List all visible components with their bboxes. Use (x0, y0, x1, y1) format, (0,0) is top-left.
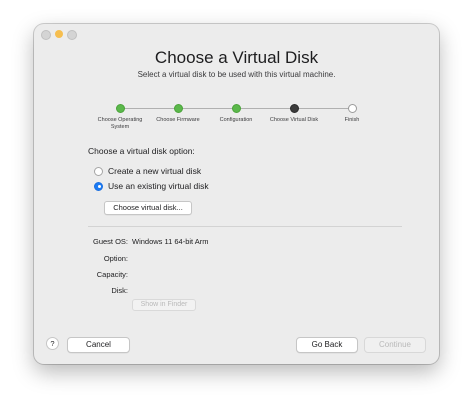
step-complete-icon (173, 104, 183, 113)
step-label: Finish (344, 117, 360, 123)
radio-create-new-disk[interactable]: Create a new virtual disk (94, 166, 201, 176)
disk-option-label: Choose a virtual disk option: (88, 146, 195, 156)
step-label: Choose Firmware (156, 117, 200, 123)
show-in-finder-button[interactable]: Show in Finder (132, 299, 196, 311)
radio-use-existing-disk[interactable]: Use an existing virtual disk (94, 181, 209, 191)
continue-button[interactable]: Continue (364, 337, 426, 353)
guest-os-label: Guest OS: (92, 237, 128, 246)
step-choose-os: Choose Operating System (95, 104, 145, 130)
step-pending-icon (347, 104, 357, 113)
step-choose-virtual-disk: Choose Virtual Disk (269, 104, 319, 124)
step-configuration: Configuration (211, 104, 261, 124)
radio-label: Use an existing virtual disk (108, 181, 209, 191)
divider (88, 226, 402, 227)
guest-os-value: Windows 11 64-bit Arm (132, 237, 209, 246)
step-complete-icon (115, 104, 125, 113)
radio-selected-icon[interactable] (94, 181, 103, 191)
step-complete-icon (231, 104, 241, 113)
radio-unselected-icon[interactable] (94, 166, 103, 176)
window-controls (41, 30, 77, 40)
minimize-window-button[interactable] (55, 30, 63, 38)
step-finish: Finish (327, 104, 377, 124)
cancel-button[interactable]: Cancel (67, 337, 130, 353)
step-label: Choose Virtual Disk (269, 117, 319, 123)
zoom-window-button[interactable] (67, 30, 77, 40)
go-back-button[interactable]: Go Back (296, 337, 358, 353)
step-current-icon (289, 104, 299, 113)
close-window-button[interactable] (41, 30, 51, 40)
option-label: Option: (103, 254, 128, 263)
choose-virtual-disk-button[interactable]: Choose virtual disk... (104, 201, 192, 215)
assistant-window: Choose a Virtual Disk Select a virtual d… (34, 24, 439, 364)
radio-label: Create a new virtual disk (108, 166, 202, 176)
page-subtitle: Select a virtual disk to be used with th… (137, 70, 336, 79)
progress-steps: Choose Operating System Choose Firmware … (34, 104, 439, 144)
page-title: Choose a Virtual Disk (154, 48, 319, 67)
step-label: Choose Operating System (97, 117, 143, 130)
disk-label: Disk: (111, 286, 128, 295)
capacity-label: Capacity: (96, 270, 128, 279)
step-choose-firmware: Choose Firmware (153, 104, 203, 124)
help-button[interactable]: ? (46, 337, 59, 350)
step-label: Configuration (219, 117, 253, 123)
